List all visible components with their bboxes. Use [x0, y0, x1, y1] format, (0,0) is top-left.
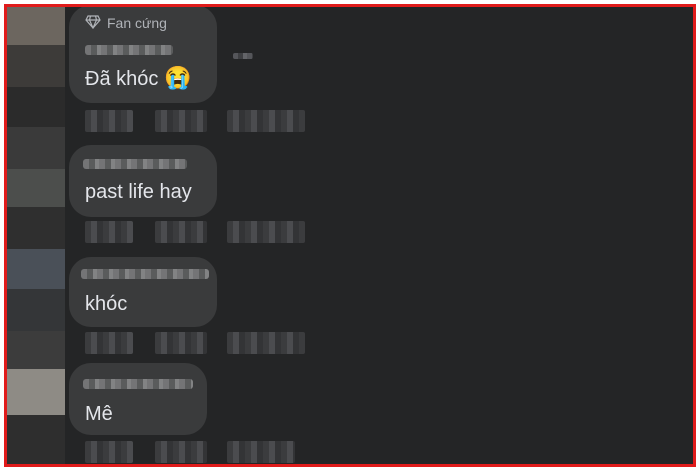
commenter-name[interactable] [85, 45, 173, 55]
avatar[interactable] [7, 249, 65, 289]
reply-action[interactable] [227, 110, 305, 132]
reply-action[interactable] [227, 221, 305, 243]
comment-text: khóc [85, 293, 128, 315]
diamond-icon [85, 14, 101, 32]
like-action[interactable] [155, 441, 207, 463]
avatar[interactable] [7, 331, 65, 369]
reply-action[interactable] [227, 332, 305, 354]
fan-badge: Fan cứng [85, 14, 167, 32]
comment-text: Đã khóc 😭 [85, 65, 191, 91]
avatar-column [7, 7, 65, 464]
avatar-gap [7, 415, 65, 464]
comment-text-content: Đã khóc [85, 68, 159, 90]
reply-action[interactable] [227, 441, 295, 463]
blurred-meta [233, 53, 253, 59]
comment-text: Mê [85, 403, 113, 425]
avatar[interactable] [7, 169, 65, 207]
avatar-gap [7, 207, 65, 249]
comment-bubble[interactable]: Fan cứng Đã khóc 😭 [69, 7, 217, 103]
comment-bubble[interactable]: past life hay [69, 145, 217, 217]
time-action[interactable] [85, 110, 133, 132]
comment-thread-frame: Fan cứng Đã khóc 😭 past life hay khóc Mê [4, 4, 696, 467]
avatar[interactable] [7, 45, 65, 87]
avatar[interactable] [7, 127, 65, 169]
time-action[interactable] [85, 221, 133, 243]
commenter-name[interactable] [83, 159, 187, 169]
time-action[interactable] [85, 332, 133, 354]
time-action[interactable] [85, 441, 133, 463]
commenter-name[interactable] [81, 269, 209, 279]
avatar[interactable] [7, 7, 65, 45]
comment-bubble[interactable]: khóc [69, 257, 217, 327]
comment-bubble[interactable]: Mê [69, 363, 207, 435]
like-action[interactable] [155, 332, 207, 354]
badge-label: Fan cứng [107, 15, 167, 31]
like-action[interactable] [155, 110, 207, 132]
like-action[interactable] [155, 221, 207, 243]
avatar[interactable] [7, 369, 65, 415]
commenter-name[interactable] [83, 379, 193, 389]
avatar-gap [7, 289, 65, 331]
avatar-gap [7, 87, 65, 127]
crying-emoji-icon: 😭 [163, 65, 192, 90]
comment-text: past life hay [85, 181, 192, 203]
